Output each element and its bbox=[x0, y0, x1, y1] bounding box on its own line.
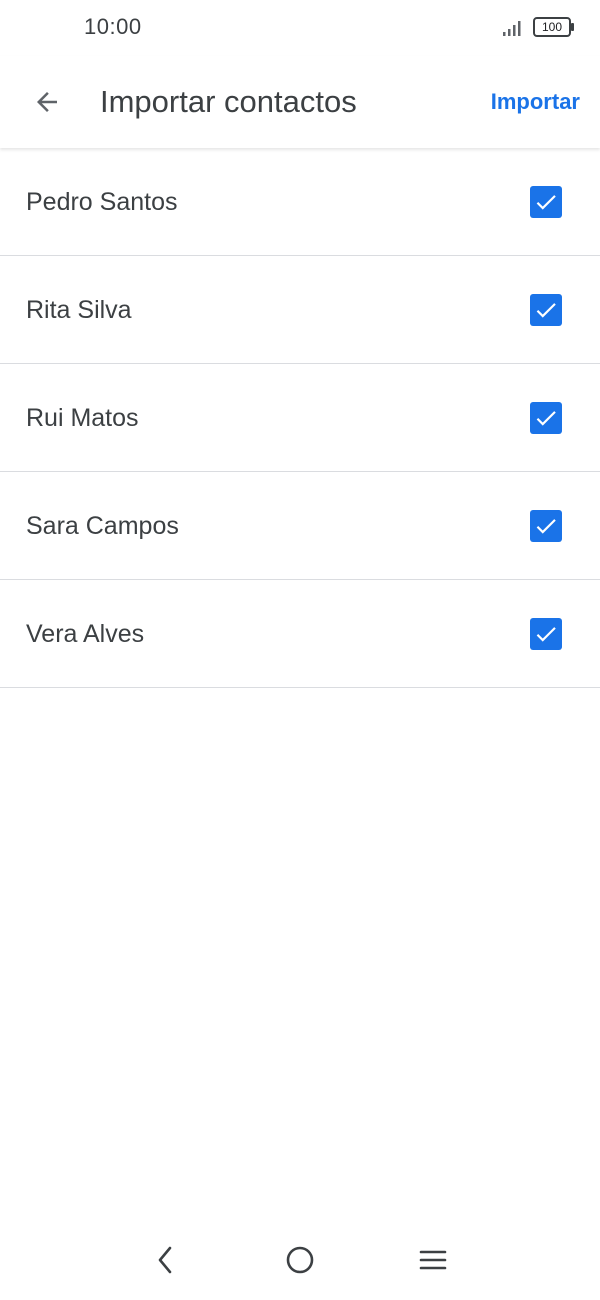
nav-menu-icon bbox=[419, 1250, 447, 1270]
check-icon bbox=[536, 519, 556, 534]
nav-back-icon bbox=[158, 1246, 172, 1274]
list-item[interactable]: Rui Matos bbox=[0, 364, 600, 472]
contact-checkbox[interactable] bbox=[530, 186, 562, 218]
nav-menu-button[interactable] bbox=[409, 1236, 457, 1284]
signal-icon bbox=[503, 21, 521, 36]
contact-name: Sara Campos bbox=[26, 512, 179, 540]
app-bar: Importar contactos Importar bbox=[0, 56, 600, 148]
contact-name: Pedro Santos bbox=[26, 188, 178, 216]
list-item[interactable]: Vera Alves bbox=[0, 580, 600, 688]
navigation-bar bbox=[0, 1220, 600, 1300]
list-item[interactable]: Rita Silva bbox=[0, 256, 600, 364]
list-item[interactable]: Pedro Santos bbox=[0, 148, 600, 256]
back-button[interactable] bbox=[18, 78, 76, 126]
contact-checkbox[interactable] bbox=[530, 402, 562, 434]
nav-home-button[interactable] bbox=[276, 1236, 324, 1284]
contact-name: Rui Matos bbox=[26, 404, 139, 432]
arrow-left-icon bbox=[37, 92, 57, 112]
page-title: Importar contactos bbox=[100, 84, 357, 119]
contact-name: Vera Alves bbox=[26, 620, 145, 648]
check-icon bbox=[536, 303, 556, 318]
check-icon bbox=[536, 195, 556, 210]
contact-checkbox[interactable] bbox=[530, 294, 562, 326]
contact-name: Rita Silva bbox=[26, 296, 132, 324]
contact-checkbox[interactable] bbox=[530, 510, 562, 542]
import-button[interactable]: Importar bbox=[491, 86, 580, 118]
check-icon bbox=[536, 627, 556, 642]
contact-checkbox[interactable] bbox=[530, 618, 562, 650]
status-time: 10:00 bbox=[84, 14, 142, 39]
screen: 10:00 100 Importar contactos Importar Pe… bbox=[0, 0, 600, 1300]
status-bar: 10:00 100 bbox=[0, 0, 600, 56]
contact-list: Pedro Santos Rita Silva Rui Matos Sara C… bbox=[0, 148, 600, 688]
list-item[interactable]: Sara Campos bbox=[0, 472, 600, 580]
nav-home-icon bbox=[286, 1246, 314, 1274]
check-icon bbox=[536, 411, 556, 426]
nav-back-button[interactable] bbox=[142, 1236, 190, 1284]
battery-level: 100 bbox=[541, 20, 563, 34]
